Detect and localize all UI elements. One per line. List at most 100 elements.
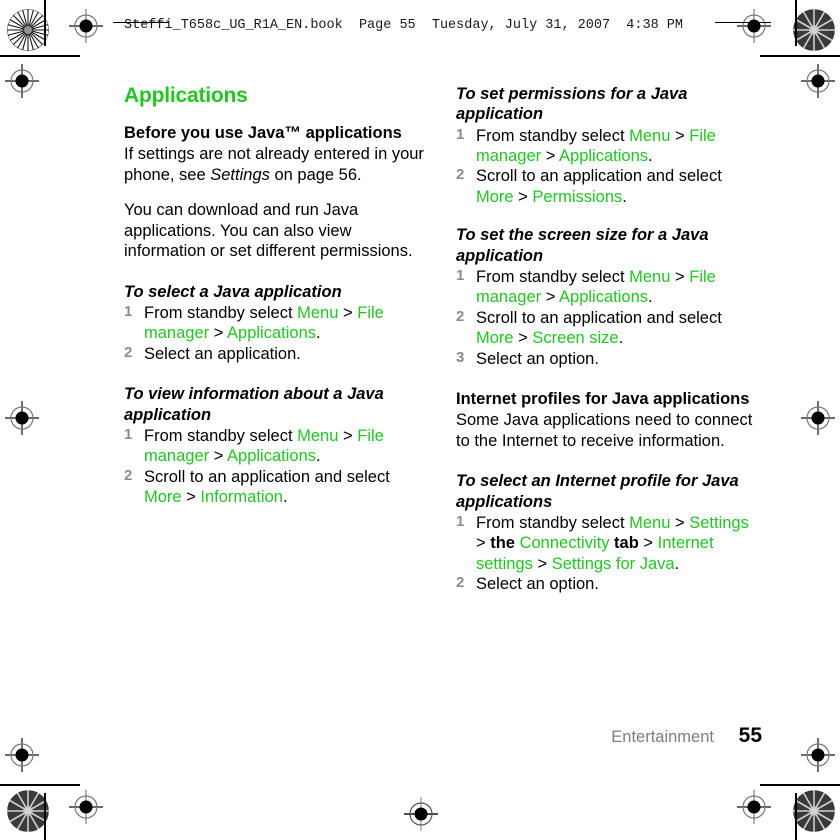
step-item: 1 From standby select Menu > File manager… [124, 426, 424, 467]
step-item: 2 Scroll to an application and select Mor… [456, 308, 762, 349]
internet-profiles-heading: Internet profiles for Java applications [456, 390, 750, 409]
procedure-heading-set-permissions: To set permissions for a Java applicatio… [456, 85, 688, 124]
registration-target-top-right [737, 9, 771, 43]
intro-paragraph-2: You can download and run Java applicatio… [124, 201, 413, 261]
step-lead: From standby select [476, 513, 630, 532]
crop-line-top-right [760, 55, 840, 57]
step-tail: . [648, 288, 653, 307]
step-lead: From standby select [144, 426, 298, 445]
step-item: 2 Select an application. [124, 344, 424, 364]
step-item: 2 Scroll to an application and select Mor… [456, 166, 762, 207]
step-tail: . [316, 447, 321, 466]
path-separator: > [181, 488, 201, 507]
procedure-steps-set-permissions: 1 From standby select Menu > File manager… [456, 126, 762, 208]
step-tail: . [316, 324, 321, 343]
intro-p1-part-b: on page 56. [269, 165, 362, 184]
path-separator: > [338, 426, 358, 445]
registration-target-mid-left [5, 401, 39, 435]
procedure-steps-view-information: 1 From standby select Menu > File manager… [124, 426, 424, 508]
step-lead: From standby select [476, 267, 630, 286]
procedure-steps-set-screen-size: 1 From standby select Menu > File manager… [456, 267, 762, 369]
step-item: 2 Scroll to an application and select Mor… [124, 467, 424, 508]
crop-line-left-top [44, 0, 46, 46]
procedure-steps-select-internet-profile: 1 From standby select Menu > Settings > t… [456, 513, 762, 595]
menu-path-token: Applications [227, 324, 317, 343]
path-separator: > [670, 513, 690, 532]
step-number: 1 [124, 425, 133, 443]
registration-target-mid-right [801, 401, 835, 435]
crop-line-header-rule-right [715, 22, 771, 24]
step-number: 3 [456, 348, 465, 366]
menu-path-token: Applications [559, 147, 649, 166]
step-lead: Select an option. [476, 349, 599, 368]
path-separator: > [670, 126, 690, 145]
menu-path-token: Permissions [532, 187, 623, 206]
path-separator: > [513, 329, 533, 348]
step-tail: . [622, 187, 627, 206]
step-lead: From standby select [144, 303, 298, 322]
intro-paragraph-1: If settings are not already entered in y… [124, 144, 424, 185]
step-number: 2 [124, 343, 133, 361]
step-number: 1 [124, 302, 133, 320]
menu-path-token: More [144, 488, 182, 507]
menu-path-token: Menu [297, 303, 339, 322]
step-tail: . [618, 329, 624, 348]
left-column: Applications Before you use Java™ applic… [124, 84, 424, 508]
right-column: To set permissions for a Java applicatio… [456, 84, 762, 595]
step-number: 2 [456, 166, 465, 184]
menu-path-token: Settings [689, 513, 749, 532]
path-separator: > [670, 267, 690, 286]
menu-path-token: More [476, 329, 514, 348]
footer-chapter-name: Entertainment [611, 728, 714, 746]
procedure-heading-select-java-application: To select a Java application [124, 282, 342, 301]
starburst-mark-top-right [793, 9, 835, 51]
path-separator: > [541, 288, 560, 307]
path-separator: > [338, 303, 358, 322]
step-item: 1 From standby select Menu > Settings > t… [456, 513, 762, 574]
footer-page-number: 55 [738, 724, 762, 747]
menu-path-token: Menu [297, 426, 339, 445]
procedure-steps-select-java-application: 1 From standby select Menu > File manager… [124, 303, 424, 364]
path-separator: > [209, 324, 228, 343]
step-tail: . [648, 147, 653, 166]
path-separator: > [638, 534, 658, 553]
crop-line-right-bottom [795, 793, 797, 840]
menu-path-token: More [476, 187, 514, 206]
registration-target-bottom-right [737, 790, 771, 824]
internet-profiles-paragraph: Some Java applications need to connect t… [456, 411, 753, 450]
step-lead: Scroll to an application and select [144, 467, 390, 486]
starburst-mark-bottom-right [793, 790, 835, 832]
menu-path-token: Settings for Java [551, 554, 675, 573]
menu-path-token: Applications [227, 447, 317, 466]
path-separator: > [532, 554, 552, 573]
page-title: Applications [124, 84, 248, 107]
step-item: 1 From standby select Menu > File manager… [124, 303, 424, 344]
step-number: 2 [456, 574, 465, 592]
path-separator: > [209, 447, 228, 466]
intro-heading: Before you use Java™ applications [124, 124, 402, 143]
step-item: 2 Select an option. [456, 574, 762, 594]
starburst-mark-top-left [7, 9, 49, 51]
step-item: 1 From standby select Menu > File manager… [456, 267, 762, 308]
intro-p1-italic: Settings [210, 165, 270, 184]
step-number: 1 [456, 512, 465, 530]
starburst-mark-bottom-left [7, 790, 49, 832]
book-file-header: Steffi_T658c_UG_R1A_EN.book Page 55 Tues… [124, 18, 683, 33]
crop-line-top-left [0, 55, 80, 57]
step-lead: Select an application. [144, 344, 301, 363]
procedure-heading-set-screen-size: To set the screen size for a Java applic… [456, 226, 709, 265]
step-lead: From standby select [476, 126, 630, 145]
menu-path-token: Applications [559, 288, 649, 307]
step-tail: . [282, 488, 288, 507]
menu-path-token: Menu [629, 267, 671, 286]
step-number: 1 [456, 125, 465, 143]
menu-path-token: Screen size [532, 329, 619, 348]
step-lead: Scroll to an application and select [476, 167, 722, 186]
menu-path-token: Menu [629, 126, 671, 145]
step-number: 2 [456, 307, 465, 325]
registration-target-upper-right-inner [801, 64, 835, 98]
step-number: 2 [124, 466, 133, 484]
step-number: 1 [456, 266, 465, 284]
registration-target-bottom-left [69, 790, 103, 824]
path-separator: > [476, 534, 491, 553]
